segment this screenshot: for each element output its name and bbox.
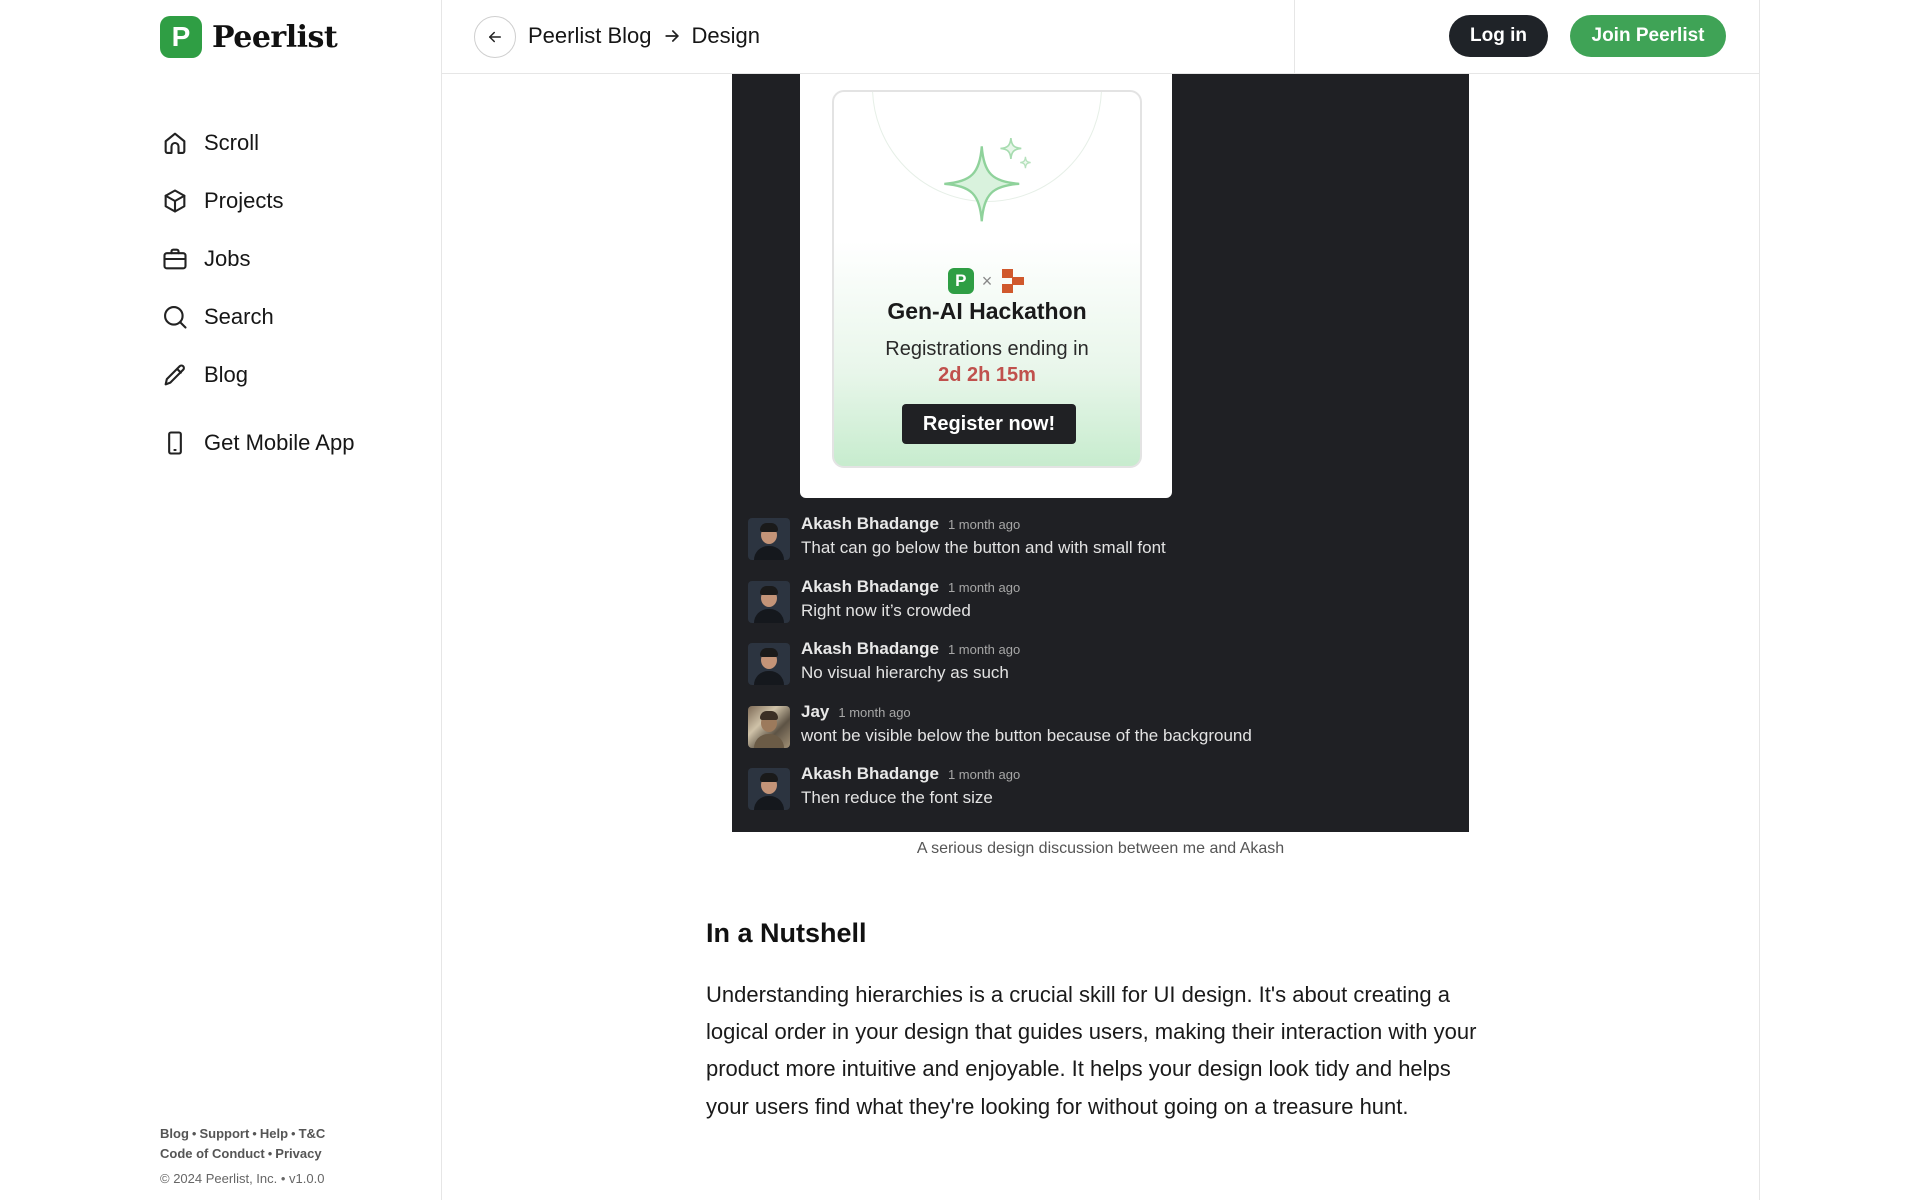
footer-link-support[interactable]: Support [199, 1126, 249, 1141]
comment-author: Akash Bhadange [801, 764, 939, 783]
sidebar-footer: Blog • Support • Help • T&C Code of Conduct • Pr… [160, 1124, 325, 1189]
footer-separator: • [252, 1126, 257, 1141]
footer-links-row-2: Code of Conduct • Privacy [160, 1144, 325, 1164]
comment-text: Right now it’s crowded [801, 600, 971, 620]
hackathon-card: P × Gen-AI Hackathon Registrations endin… [832, 90, 1142, 468]
sidebar-item-get-mobile-app[interactable]: Get Mobile App [160, 414, 420, 472]
comment-time: 1 month ago [947, 517, 1021, 532]
sidebar: P Peerlist Scroll Projects Jobs Search B… [0, 0, 442, 1200]
briefcase-icon [160, 244, 190, 274]
sidebar-item-label: Blog [204, 362, 249, 387]
card-title: Gen-AI Hackathon [887, 298, 1087, 324]
avatar-akash [748, 643, 790, 685]
comment-text: That can go below the button and with sm… [801, 538, 1166, 557]
peerlist-logo-icon: P [947, 268, 974, 294]
card-countdown: 2d 2h 15m [938, 364, 1036, 386]
mobile-phone-icon [160, 428, 190, 458]
card-subtitle: Registrations ending in [885, 338, 1089, 360]
footer-link-blog[interactable]: Blog [160, 1126, 189, 1141]
sponsor-logos: P × [834, 268, 1140, 294]
partner-logo-icon [1000, 268, 1026, 294]
image-caption: A serious design discussion between me a… [916, 840, 1285, 857]
comment-text: No visual hierarchy as such [801, 663, 1009, 682]
avatar-akash [748, 518, 790, 560]
footer-link-help[interactable]: Help [260, 1126, 288, 1141]
breadcrumb: Peerlist Blog Design [528, 23, 760, 49]
comment-item: Akash Bhadange 1 month ago That can go be… [748, 514, 1448, 577]
footer-link-code-of-conduct[interactable]: Code of Conduct [160, 1146, 265, 1161]
register-now-button: Register now! [902, 404, 1076, 444]
article-image-chat-screenshot: P × Gen-AI Hackathon Registrations endin… [732, 74, 1469, 832]
back-button[interactable] [474, 16, 516, 58]
home-icon [160, 128, 190, 158]
comment-text: wont be visible below the button because… [801, 725, 1252, 745]
brand-name: Peerlist [212, 19, 338, 55]
breadcrumb-peerlist-blog[interactable]: Peerlist Blog [528, 23, 652, 49]
sidebar-item-search[interactable]: Search [160, 288, 420, 346]
comment-author: Jay [801, 701, 830, 721]
sidebar-item-label: Jobs [204, 246, 251, 271]
cube-icon [160, 186, 190, 216]
arrow-left-icon [489, 31, 501, 43]
footer-copyright: © 2024 Peerlist, Inc. • v1.0.0 [160, 1171, 325, 1186]
footer-separator: • [267, 1146, 273, 1161]
comment-author: Akash Bhadange [801, 576, 939, 596]
sparkle-icon [944, 137, 1031, 222]
arrow-right-icon [662, 26, 682, 46]
comment-author: Akash Bhadange [801, 514, 939, 533]
sidebar-item-label: Search [204, 304, 274, 329]
comment-author: Akash Bhadange [801, 639, 939, 658]
comment-text: Then reduce the font size [801, 788, 993, 807]
comment-time: 1 month ago [947, 579, 1021, 595]
comment-item: Akash Bhadange 1 month ago Right now it’s… [748, 577, 1448, 640]
comment-time: 1 month ago [947, 767, 1021, 782]
join-peerlist-button[interactable]: Join Peerlist [1570, 15, 1726, 57]
times-icon: × [981, 270, 993, 291]
footer-link-privacy[interactable]: Privacy [275, 1146, 321, 1161]
sidebar-item-label: Projects [204, 188, 284, 213]
header-divider [1294, 0, 1295, 74]
sidebar-item-scroll[interactable]: Scroll [160, 114, 420, 172]
section-heading: In a Nutshell [706, 918, 867, 948]
search-icon [160, 302, 190, 332]
footer-links-row-1: Blog • Support • Help • T&C [160, 1124, 325, 1144]
avatar-jay [748, 705, 790, 748]
comment-item: Akash Bhadange 1 month ago No visual hier… [748, 639, 1448, 702]
top-header: Peerlist Blog Design Log in Join Peerlis… [442, 0, 1760, 74]
footer-separator: • [291, 1126, 296, 1141]
breadcrumb-design[interactable]: Design [692, 23, 760, 49]
peerlist-logo-icon: P [160, 16, 202, 58]
hackathon-card-frame: P × Gen-AI Hackathon Registrations endin… [800, 74, 1172, 498]
content-right-border [1759, 0, 1760, 1200]
article-paragraph: Understanding hierarchies is a crucial s… [706, 982, 1477, 1119]
avatar-akash [748, 768, 790, 810]
sidebar-item-projects[interactable]: Projects [160, 172, 420, 230]
footer-separator: • [191, 1126, 197, 1141]
comment-list: Akash Bhadange 1 month ago That can go be… [748, 514, 1448, 827]
sidebar-item-label: Get Mobile App [204, 430, 355, 455]
login-button[interactable]: Log in [1449, 15, 1548, 57]
peerlist-logo[interactable]: P Peerlist [160, 16, 338, 58]
sidebar-item-blog[interactable]: Blog [160, 346, 420, 404]
sidebar-item-jobs[interactable]: Jobs [160, 230, 420, 288]
comment-item: Jay 1 month ago wont be visible below the… [748, 702, 1448, 765]
pencil-icon [160, 360, 190, 390]
comment-item: Akash Bhadange 1 month ago Then reduce th… [748, 764, 1448, 827]
comment-time: 1 month ago [947, 642, 1021, 657]
sidebar-item-label: Scroll [204, 130, 260, 155]
comment-time: 1 month ago [838, 704, 911, 720]
footer-link-terms[interactable]: T&C [299, 1126, 326, 1141]
avatar-akash [748, 580, 790, 623]
sidebar-nav: Scroll Projects Jobs Search Blog Get Mob… [160, 114, 420, 472]
